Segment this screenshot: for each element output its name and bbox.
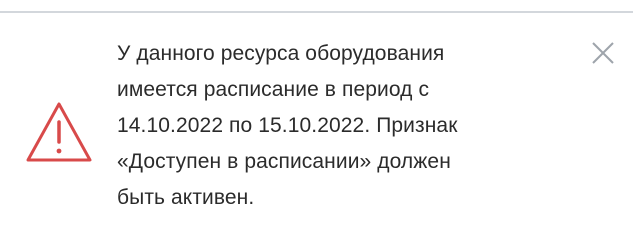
- close-button[interactable]: [588, 38, 618, 68]
- message-line-2: имеется расписание в период с: [117, 78, 430, 101]
- notification-panel: У данного ресурса оборудования имеется р…: [0, 0, 633, 246]
- warning-triangle-icon: [24, 100, 94, 164]
- top-divider: [0, 11, 633, 13]
- message-line-5: быть активен.: [117, 186, 255, 209]
- message-line-4: «Доступен в расписании» должен: [117, 150, 451, 173]
- close-icon[interactable]: [588, 42, 618, 72]
- message-line-1: У данного ресурса оборудования: [117, 42, 445, 65]
- notification-message: У данного ресурса оборудования имеется р…: [117, 36, 557, 216]
- message-line-3: 14.10.2022 по 15.10.2022. Признак: [117, 114, 458, 137]
